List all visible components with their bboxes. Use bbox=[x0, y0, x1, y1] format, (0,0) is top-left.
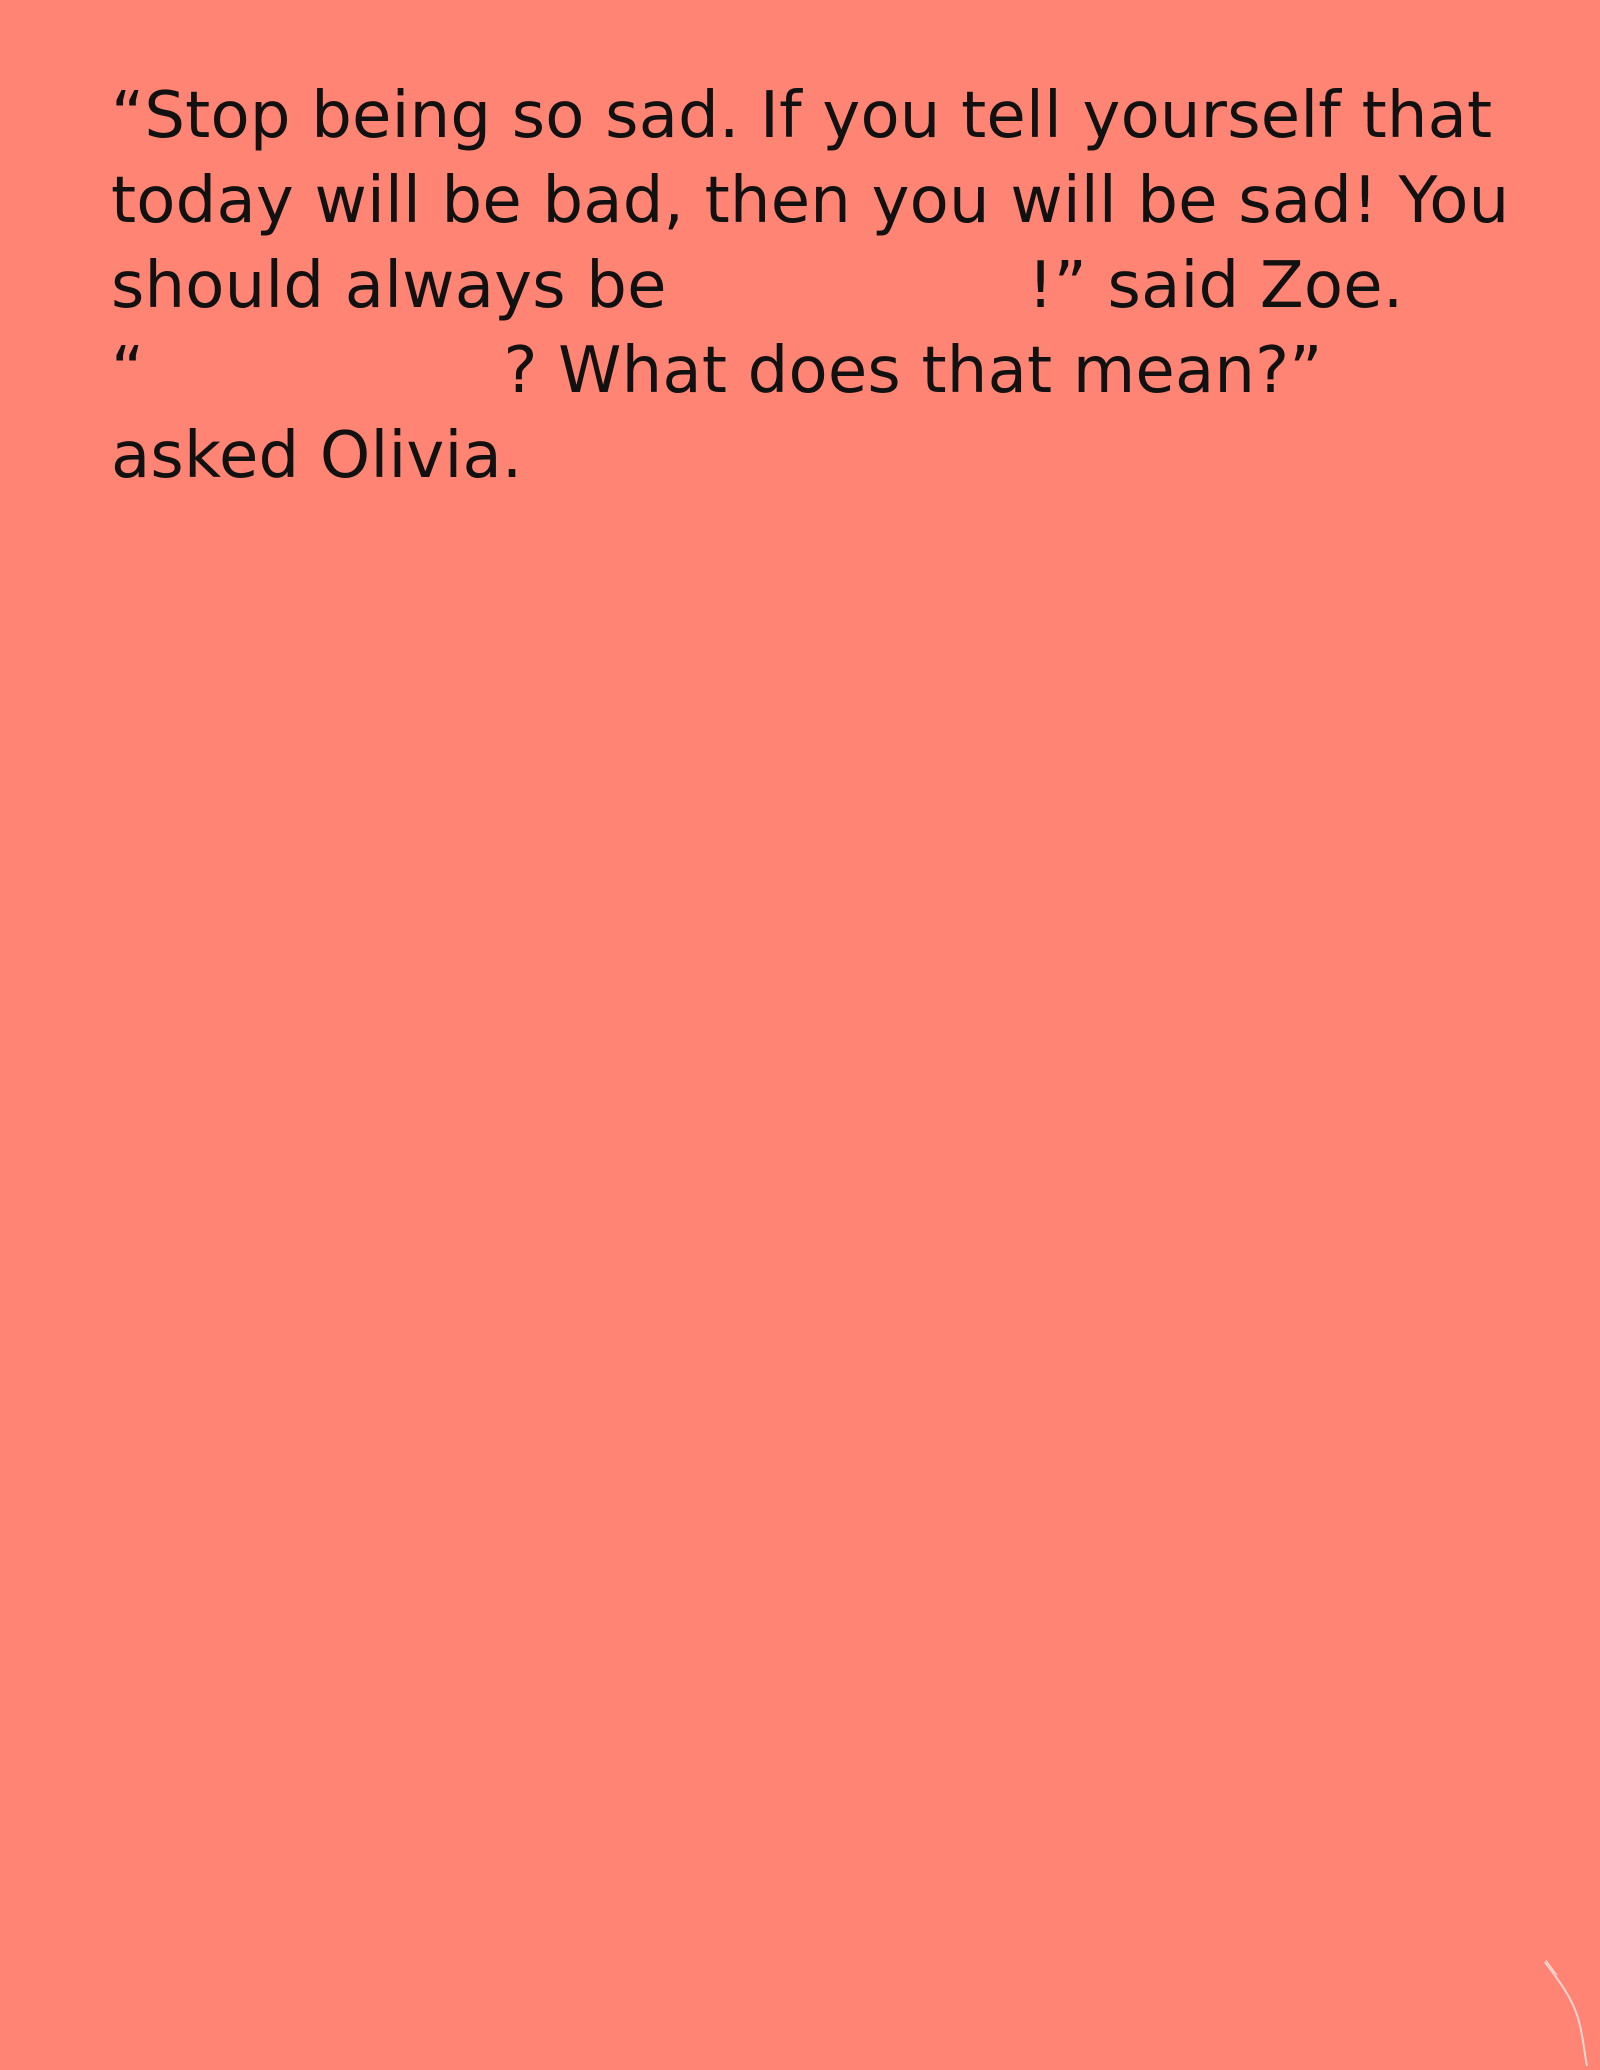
story-line-2: today will be bad, then you will be sad!… bbox=[111, 164, 1510, 238]
story-line-3-end: !” said Zoe. bbox=[1027, 249, 1404, 323]
story-line-3-start: should always be bbox=[111, 249, 667, 323]
story-line-5: asked Olivia. bbox=[111, 419, 523, 493]
page-curl-mark bbox=[1544, 1959, 1588, 2067]
story-line-4: “ ? What does that mean?” bbox=[111, 329, 1531, 414]
opening-quote: “ bbox=[111, 334, 145, 408]
missing-word-blank bbox=[687, 306, 1007, 307]
missing-word-blank bbox=[165, 391, 483, 392]
story-line-3: should always be !” said Zoe. bbox=[111, 244, 1531, 329]
story-line-4-end: ? What does that mean?” bbox=[503, 334, 1323, 408]
story-page: “Stop being so sad. If you tell yourself… bbox=[0, 0, 1600, 2070]
story-line-1: “Stop being so sad. If you tell yourself… bbox=[111, 79, 1493, 153]
story-paragraph: “Stop being so sad. If you tell yourself… bbox=[111, 74, 1531, 499]
